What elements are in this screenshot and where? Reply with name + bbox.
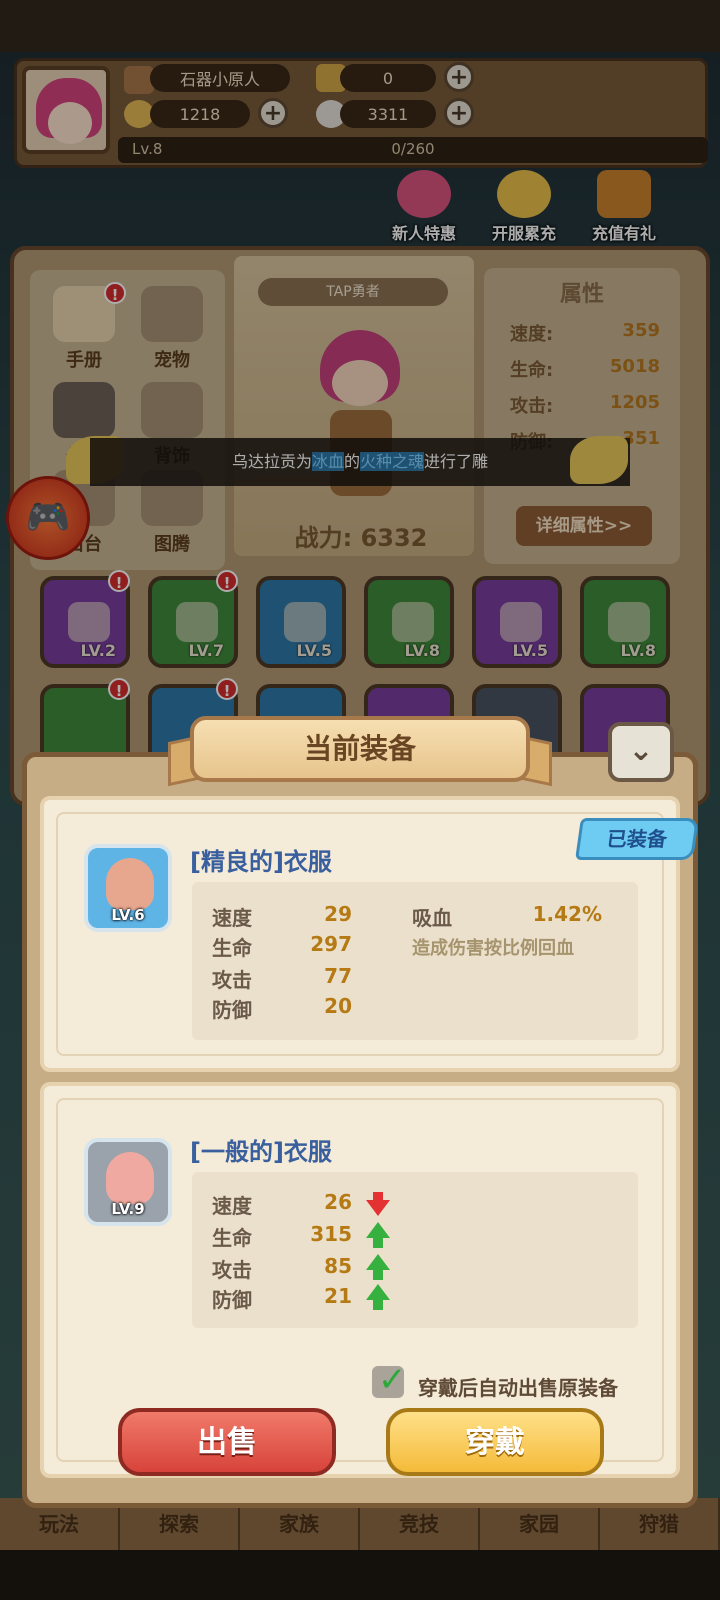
stat-key: 生命: [212, 1226, 252, 1250]
stat-value: 26: [324, 1190, 352, 1214]
arrow-up-icon: [373, 1300, 383, 1310]
arrow-up-icon: [373, 1270, 383, 1280]
modal-title: 当前装备: [190, 716, 530, 782]
skill-row: 吸血 1.42%: [412, 902, 602, 932]
clothing-icon[interactable]: LV.6: [84, 844, 172, 932]
stat-row: 防御 21: [212, 1284, 352, 1314]
stat-row: 生命 315: [212, 1222, 352, 1252]
skill-description: 造成伤害按比例回血: [412, 938, 574, 959]
clothing-icon[interactable]: LV.9: [84, 1138, 172, 1226]
chevron-down-icon[interactable]: ⌄: [608, 722, 674, 782]
arrow-up-icon: [366, 1284, 390, 1300]
stat-key: 攻击: [212, 968, 252, 992]
stat-key: 防御: [212, 1288, 252, 1312]
stat-key: 攻击: [212, 1258, 252, 1282]
stat-value: 20: [324, 994, 352, 1018]
skill-value: 1.42%: [532, 902, 602, 926]
current-item-name: [精良的]衣服: [190, 848, 332, 876]
stat-row: 速度 29: [212, 902, 352, 932]
sell-button[interactable]: 出售: [118, 1408, 336, 1476]
stat-row: 攻击 77: [212, 964, 352, 994]
item-level: LV.6: [111, 906, 145, 924]
skill-key: 吸血: [412, 906, 452, 930]
stat-row: 速度 26: [212, 1190, 352, 1220]
stat-row: 攻击 85: [212, 1254, 352, 1284]
stat-key: 生命: [212, 936, 252, 960]
stat-value: 315: [310, 1222, 352, 1246]
arrow-up-icon: [373, 1238, 383, 1248]
stat-row: 生命 297: [212, 932, 352, 962]
new-item-name: [一般的]衣服: [190, 1138, 332, 1166]
arrow-up-icon: [366, 1254, 390, 1270]
stat-key: 防御: [212, 998, 252, 1022]
stat-key: 速度: [212, 906, 252, 930]
equipped-tag: 已装备: [575, 818, 699, 860]
stat-value: 85: [324, 1254, 352, 1278]
arrow-up-icon: [366, 1222, 390, 1238]
status-strip: [0, 0, 720, 52]
stat-key: 速度: [212, 1194, 252, 1218]
clothing-body: [106, 1152, 154, 1204]
arrow-down-icon: [366, 1200, 390, 1216]
stat-value: 21: [324, 1284, 352, 1308]
stat-value: 77: [324, 964, 352, 988]
stat-value: 297: [310, 932, 352, 956]
checkmark-icon: ✓: [378, 1360, 407, 1400]
stat-row: 防御 20: [212, 994, 352, 1024]
wear-button[interactable]: 穿戴: [386, 1408, 604, 1476]
auto-sell-checkbox[interactable]: ✓: [372, 1360, 407, 1400]
clothing-body: [106, 858, 154, 910]
auto-sell-label[interactable]: 穿戴后自动出售原装备: [418, 1372, 618, 1401]
stat-value: 29: [324, 902, 352, 926]
item-level: LV.9: [111, 1200, 145, 1218]
